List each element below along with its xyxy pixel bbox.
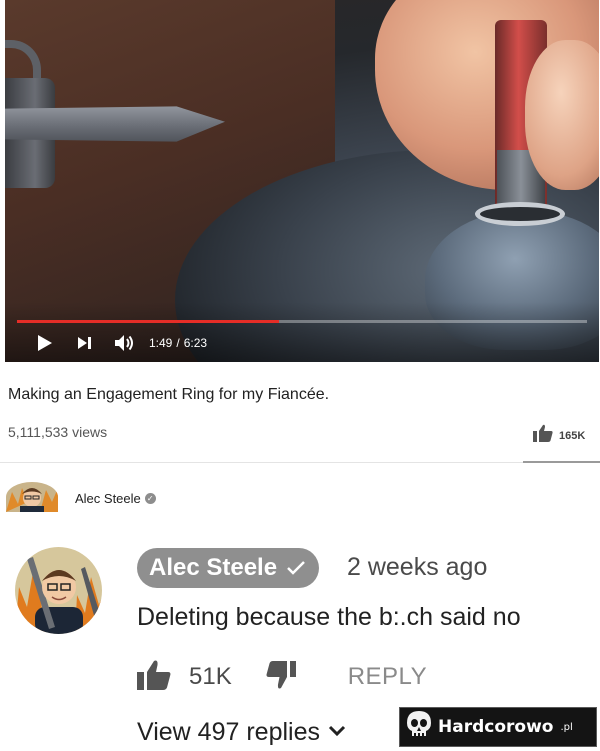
thumbs-down-icon bbox=[266, 660, 296, 694]
next-icon[interactable] bbox=[75, 332, 95, 354]
video-player[interactable]: 1:49 / 6:23 bbox=[5, 0, 599, 362]
video-like-count: 165K bbox=[559, 429, 586, 442]
thumbs-up-icon bbox=[533, 424, 553, 447]
comment-author-name: Alec Steele bbox=[149, 554, 278, 581]
current-time: 1:49 bbox=[149, 336, 173, 350]
verified-icon: ✓ bbox=[144, 493, 156, 504]
chevron-down-icon bbox=[328, 724, 346, 742]
watermark: Hardcorowo .pl bbox=[399, 707, 597, 747]
video-frame-thumb bbox=[525, 40, 599, 190]
comment-avatar[interactable] bbox=[15, 547, 102, 634]
time-separator: / bbox=[176, 336, 180, 350]
reply-button[interactable]: REPLY bbox=[348, 663, 427, 691]
divider bbox=[0, 462, 600, 463]
channel-name-label: Alec Steele bbox=[75, 491, 141, 506]
comment-actions: 51K REPLY bbox=[137, 660, 427, 694]
channel-name[interactable]: Alec Steele ✓ bbox=[75, 491, 156, 506]
skull-icon bbox=[406, 710, 432, 745]
volume-icon[interactable] bbox=[113, 332, 137, 354]
watermark-brand: Hardcorowo bbox=[438, 717, 554, 737]
play-icon[interactable] bbox=[35, 332, 55, 354]
player-controls: 1:49 / 6:23 bbox=[35, 332, 207, 354]
comment-timestamp[interactable]: 2 weeks ago bbox=[347, 553, 487, 582]
progress-bar[interactable] bbox=[17, 320, 587, 323]
watermark-suffix: .pl bbox=[560, 721, 573, 733]
comment-dislike-button[interactable] bbox=[266, 660, 296, 694]
video-frame-ring bbox=[475, 202, 565, 226]
view-replies-label: View 497 replies bbox=[137, 718, 320, 746]
view-replies-button[interactable]: View 497 replies bbox=[137, 718, 346, 747]
like-ratio-bar bbox=[523, 461, 600, 463]
thumbs-up-icon bbox=[137, 660, 171, 695]
video-like-button[interactable]: 165K bbox=[533, 424, 585, 447]
comment-like-count: 51K bbox=[189, 663, 232, 690]
video-title: Making an Engagement Ring for my Fiancée… bbox=[8, 386, 330, 403]
progress-played bbox=[17, 320, 280, 323]
channel-avatar[interactable] bbox=[6, 482, 58, 512]
comment-like-button[interactable]: 51K bbox=[137, 660, 232, 695]
checkmark-icon bbox=[285, 557, 307, 579]
comment-author-badge[interactable]: Alec Steele bbox=[137, 548, 320, 588]
time-display: 1:49 / 6:23 bbox=[149, 336, 207, 350]
view-count: 5,111,533 views bbox=[8, 424, 108, 440]
comment-text: Deleting because the b:.ch said no bbox=[137, 603, 521, 631]
duration: 6:23 bbox=[183, 336, 208, 350]
